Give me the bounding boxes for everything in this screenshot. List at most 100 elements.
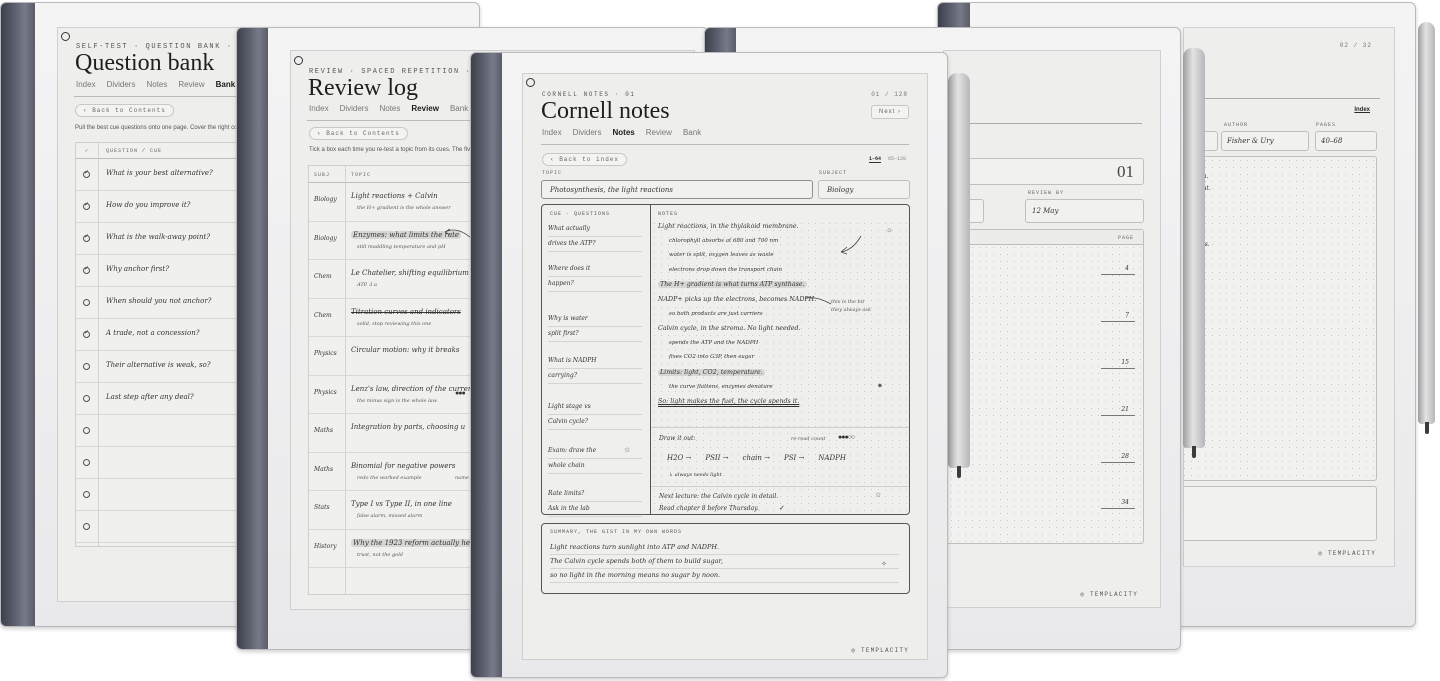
cue-line: Light stage vs [548,400,642,415]
index-link[interactable]: Index [1354,107,1370,113]
topic-field[interactable]: Photosynthesis, the light reactions [541,180,813,199]
review-log-instruction: Tick a box each time you re-test a topic… [309,147,471,153]
reading-notes-screen: 02 / 32 Index AUTHOR Fisher & Ury PAGES … [1183,27,1395,567]
back-to-index-button[interactable]: ‹ Back to index [542,153,628,166]
cue-item: What is NADPH carrying? [548,354,642,384]
tab-review[interactable]: Review [411,104,439,113]
review-by-value: 12 May [1032,207,1059,215]
checked-radio-icon[interactable]: ✓ [83,202,90,210]
review-by-field[interactable]: 12 May [1025,199,1144,223]
topic-note: redo the worked example [357,474,422,481]
tab-review[interactable]: Review [178,80,204,89]
check-mark-icon: ✓ [84,234,90,240]
note-line: water is split, oxygen leaves as waste [669,252,774,259]
page-marker-icon [294,56,303,65]
radio-button[interactable] [83,363,90,370]
checked-radio-icon[interactable]: ✓ [83,234,90,242]
reread-dots: ●●●○○ [838,434,855,441]
author-field[interactable]: Fisher & Ury [1221,131,1309,151]
topic-cell: Binomial for negative powers [351,461,456,470]
back-to-contents-button[interactable]: ‹ Back to Contents [309,127,408,140]
cue-item: Why is water split first? [548,312,642,342]
radio-button[interactable] [83,427,90,434]
note-line: the curve flattens, enzymes denature [669,383,773,390]
page-number: 15 [1121,359,1129,366]
arrow-doodle-icon [444,228,472,238]
cornell-brand: ◎ TEMPLACITY [851,647,909,654]
radio-button[interactable] [83,491,90,498]
summary-line: The Calvin cycle spends both of them to … [550,555,899,569]
page-number: 28 [1121,453,1129,460]
page-marker-icon [61,32,70,41]
note-line: spends the ATP and the NADPH [669,339,759,346]
note-line: Limits: light, CO2, temperature. [658,369,765,376]
tab-index[interactable]: Index [76,80,96,89]
subject-cell: Biology [314,234,337,242]
cornell-kicker: CORNELL NOTES · 01 [542,91,636,98]
topic-column-header: TOPIC [351,172,372,178]
tab-notes[interactable]: Notes [146,80,167,89]
radio-button[interactable] [83,299,90,306]
plan-brand: ◎ TEMPLACITY [1080,591,1138,598]
check-mark-icon: ✓ [84,202,90,208]
topic-note: trust, not the gold [357,551,403,558]
plan-page-numbers: 4 7 15 21 28 34 [944,245,1143,543]
note-line: Calvin cycle, in the stroma. No light ne… [658,325,801,333]
tab-bank[interactable]: Bank [216,80,236,89]
tab-bank[interactable]: Bank [683,128,701,137]
page-number: 21 [1121,406,1129,413]
tab-index[interactable]: Index [542,128,562,137]
note-line: chlorophyll absorbs at 680 and 700 nm [669,237,779,244]
tab-index[interactable]: Index [309,104,329,113]
checked-radio-icon[interactable]: ✓ [83,170,90,178]
range-65-128-tab[interactable]: 65–128 [888,156,906,162]
subject-cell: Maths [314,427,334,434]
range-switch: 1–64 65–128 [868,156,906,163]
tab-notes[interactable]: Notes [612,128,634,137]
margin-note-line-1: this is the bit [831,299,865,305]
tab-review[interactable]: Review [646,128,672,137]
cue-line: whole chain [548,459,642,474]
tab-notes[interactable]: Notes [379,104,400,113]
topic-note: still muddling temperature and pH [357,243,446,250]
plan-number-box: 01 [944,158,1144,185]
checked-radio-icon[interactable]: ✓ [83,266,90,274]
subject-field[interactable]: Biology [818,180,910,199]
radio-button[interactable] [83,459,90,466]
subject-cell: Stats [314,504,330,511]
flow-step: PSII → [705,454,729,462]
page-number: 34 [1121,499,1129,506]
question-bank-title: Question bank [75,50,215,76]
flow-step: PSI → [783,454,805,462]
star-doodle-icon: ✷ [877,383,883,390]
read-chapter-note: Read chapter 8 before Thursday. [659,505,759,512]
cue-line: drives the ATP? [548,237,642,252]
topic-cell: Circular motion: why it breaks [351,346,460,354]
range-1-64-tab[interactable]: 1–64 [868,156,881,163]
tablet-cornell-notes: CORNELL NOTES · 01 01 / 128 Next › Corne… [470,52,948,678]
arrow-doodle-icon [840,235,862,255]
margin-arrow-icon [804,297,832,305]
radio-button[interactable] [83,523,90,530]
page-row-line [1101,508,1135,509]
tab-dividers[interactable]: Dividers [573,128,602,137]
cue-line: Why is water [548,312,642,327]
plan-big-number: 01 [1117,162,1134,181]
subject-cell: Chem [314,273,332,280]
radio-button[interactable] [83,395,90,402]
question-column-header: QUESTION / CUE [106,148,163,154]
pages-field[interactable]: 40–68 [1315,131,1377,151]
tab-dividers[interactable]: Dividers [107,80,136,89]
check-mark-icon: ✓ [84,170,90,176]
next-lecture-note: Next lecture: the Calvin cycle in detail… [659,493,779,500]
checked-radio-icon[interactable]: ✓ [83,330,90,338]
reading-brand: ◎ TEMPLACITY [1318,550,1376,557]
review-log-tabs: Index Dividers Notes Review Bank [309,104,468,113]
question-text: A trade, not a concession? [106,329,200,337]
tab-bank[interactable]: Bank [450,104,468,113]
tab-dividers[interactable]: Dividers [340,104,369,113]
cornell-main-panel: CUE · QUESTIONS NOTES What actually drive… [541,204,910,517]
back-to-contents-button[interactable]: ‹ Back to Contents [75,104,174,117]
page-row-line [1101,274,1135,275]
next-page-button[interactable]: Next › [870,105,909,119]
